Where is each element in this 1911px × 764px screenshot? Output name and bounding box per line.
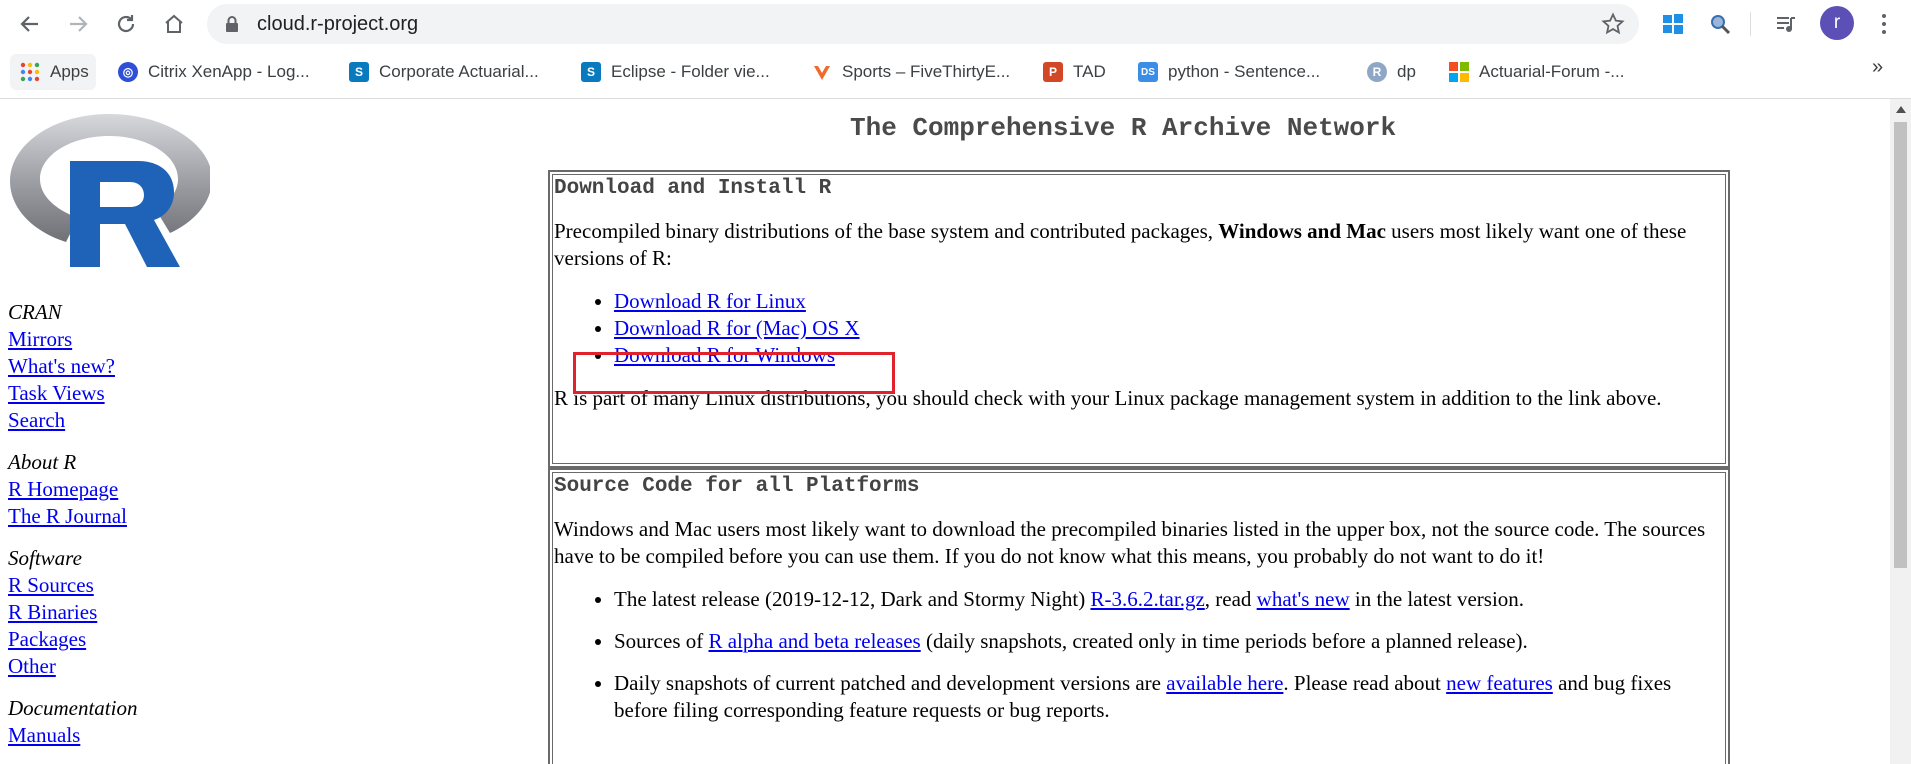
download-intro: Precompiled binary distributions of the …: [554, 219, 1687, 270]
download-macos-link[interactable]: Download R for (Mac) OS X: [614, 316, 860, 340]
bookmark-label: Eclipse - Folder vie...: [611, 62, 770, 81]
sidebar-heading-about: About R: [8, 450, 77, 474]
sidebar-nav: CRAN Mirrors What's new? Task Views Sear…: [8, 299, 137, 749]
whats-new-link[interactable]: what's new: [1257, 587, 1350, 611]
microsoft-icon: [1449, 62, 1469, 82]
bookmark-tad[interactable]: P TAD: [1043, 56, 1106, 88]
powerpoint-icon: P: [1043, 62, 1063, 82]
forward-arrow-icon: [70, 16, 88, 32]
download-heading: Download and Install R: [554, 177, 832, 200]
bookmark-eclipse[interactable]: S Eclipse - Folder vie...: [581, 56, 770, 88]
bookmark-label: Sports – FiveThirtyE...: [842, 62, 1011, 81]
search-extension-button[interactable]: [1704, 8, 1736, 40]
apps-grid-icon: [20, 62, 40, 82]
list-item: Download R for (Mac) OS X: [614, 315, 1722, 342]
windows-extension-button[interactable]: [1657, 8, 1689, 40]
sidebar-link-r-sources[interactable]: R Sources: [8, 572, 137, 599]
sidebar-link-packages[interactable]: Packages: [8, 626, 137, 653]
profile-avatar[interactable]: r: [1820, 6, 1854, 40]
list-item: Daily snapshots of current patched and d…: [614, 670, 1722, 724]
new-features-link[interactable]: new features: [1446, 671, 1553, 695]
sidebar-link-whats-new[interactable]: What's new?: [8, 353, 137, 380]
sidebar-link-other[interactable]: Other: [8, 653, 137, 680]
bookmark-citrix[interactable]: ◎ Citrix XenApp - Log...: [118, 56, 310, 88]
download-install-box: Download and Install R Precompiled binar…: [548, 170, 1730, 468]
source-list: The latest release (2019-12-12, Dark and…: [554, 586, 1722, 724]
source-heading: Source Code for all Platforms: [554, 475, 920, 498]
r-tarball-link[interactable]: R-3.6.2.tar.gz: [1090, 587, 1204, 611]
back-button[interactable]: [14, 8, 46, 40]
r-bookmark-icon: R: [1367, 62, 1387, 82]
playlist-music-icon: [1777, 17, 1795, 32]
bookmark-actuarial-forum[interactable]: Actuarial-Forum -...: [1449, 56, 1624, 88]
address-bar[interactable]: cloud.r-project.org: [207, 4, 1639, 44]
bookmark-label: Corporate Actuarial...: [379, 62, 539, 81]
lock-icon: [226, 16, 238, 32]
list-item: The latest release (2019-12-12, Dark and…: [614, 586, 1722, 613]
sharepoint-icon: S: [581, 62, 601, 82]
page-title: The Comprehensive R Archive Network: [850, 113, 1397, 143]
magnifier-extension-icon: [1711, 15, 1731, 35]
bookmark-label: python - Sentence...: [1168, 62, 1321, 81]
available-here-link[interactable]: available here: [1166, 671, 1283, 695]
bookmark-label: dp: [1397, 62, 1416, 81]
sidebar-heading-software: Software: [8, 546, 82, 570]
sidebar-link-r-binaries[interactable]: R Binaries: [8, 599, 137, 626]
media-control-button[interactable]: [1770, 8, 1802, 40]
windows-link-highlight: [573, 352, 895, 394]
bookmark-label: Actuarial-Forum -...: [1479, 62, 1625, 81]
browser-toolbar: cloud.r-project.org r Apps ◎ Citrix XenA…: [0, 0, 1911, 99]
bookmark-fivethirtyeight[interactable]: Sports – FiveThirtyE...: [812, 56, 1010, 88]
alpha-beta-link[interactable]: R alpha and beta releases: [708, 629, 920, 653]
browser-menu-button[interactable]: [1872, 8, 1896, 40]
web-page: CRAN Mirrors What's new? Task Views Sear…: [0, 99, 1890, 764]
back-arrow-icon: [20, 16, 38, 32]
sidebar-heading-cran: CRAN: [8, 300, 62, 324]
bookmark-python[interactable]: DS python - Sentence...: [1138, 56, 1320, 88]
bookmark-label: Citrix XenApp - Log...: [148, 62, 310, 81]
fivethirtyeight-icon: [814, 66, 830, 80]
reload-button[interactable]: [110, 8, 142, 40]
windows-icon: [1663, 14, 1683, 34]
bookmark-label: Apps: [50, 62, 89, 81]
sidebar-link-task-views[interactable]: Task Views: [8, 380, 137, 407]
source-intro: Windows and Mac users most likely want t…: [554, 517, 1706, 568]
sidebar-link-manuals[interactable]: Manuals: [8, 722, 137, 749]
datascience-icon: DS: [1138, 62, 1158, 82]
scrollbar-thumb[interactable]: [1894, 122, 1907, 568]
download-linux-link[interactable]: Download R for Linux: [614, 289, 806, 313]
list-item: Download R for Linux: [614, 288, 1722, 315]
bookmarks-overflow-button[interactable]: »: [1872, 56, 1883, 79]
r-logo[interactable]: [8, 111, 210, 269]
home-icon: [165, 14, 183, 33]
sharepoint-icon: S: [349, 62, 369, 82]
scroll-up-arrow-icon[interactable]: [1896, 106, 1906, 113]
bookmarks-bar: Apps ◎ Citrix XenApp - Log... S Corporat…: [0, 52, 1911, 92]
bookmark-dp[interactable]: R dp: [1367, 56, 1416, 88]
list-item: Sources of R alpha and beta releases (da…: [614, 628, 1722, 655]
sidebar-link-r-homepage[interactable]: R Homepage: [8, 476, 137, 503]
sidebar-heading-documentation: Documentation: [8, 696, 138, 720]
toolbar-divider: [1750, 12, 1751, 36]
bookmark-label: TAD: [1073, 62, 1106, 81]
bookmark-apps[interactable]: Apps: [20, 56, 89, 88]
url-text: cloud.r-project.org: [257, 13, 419, 35]
sidebar-link-mirrors[interactable]: Mirrors: [8, 326, 137, 353]
citrix-icon: ◎: [118, 62, 138, 82]
sidebar-link-search[interactable]: Search: [8, 407, 137, 434]
reload-icon: [117, 15, 135, 33]
home-button[interactable]: [158, 8, 190, 40]
sidebar-link-r-journal[interactable]: The R Journal: [8, 503, 137, 530]
source-code-box: Source Code for all Platforms Windows an…: [548, 468, 1730, 764]
bookmark-corporate-actuarial[interactable]: S Corporate Actuarial...: [349, 56, 539, 88]
forward-button[interactable]: [62, 8, 94, 40]
bookmark-star-icon[interactable]: [1601, 12, 1625, 36]
